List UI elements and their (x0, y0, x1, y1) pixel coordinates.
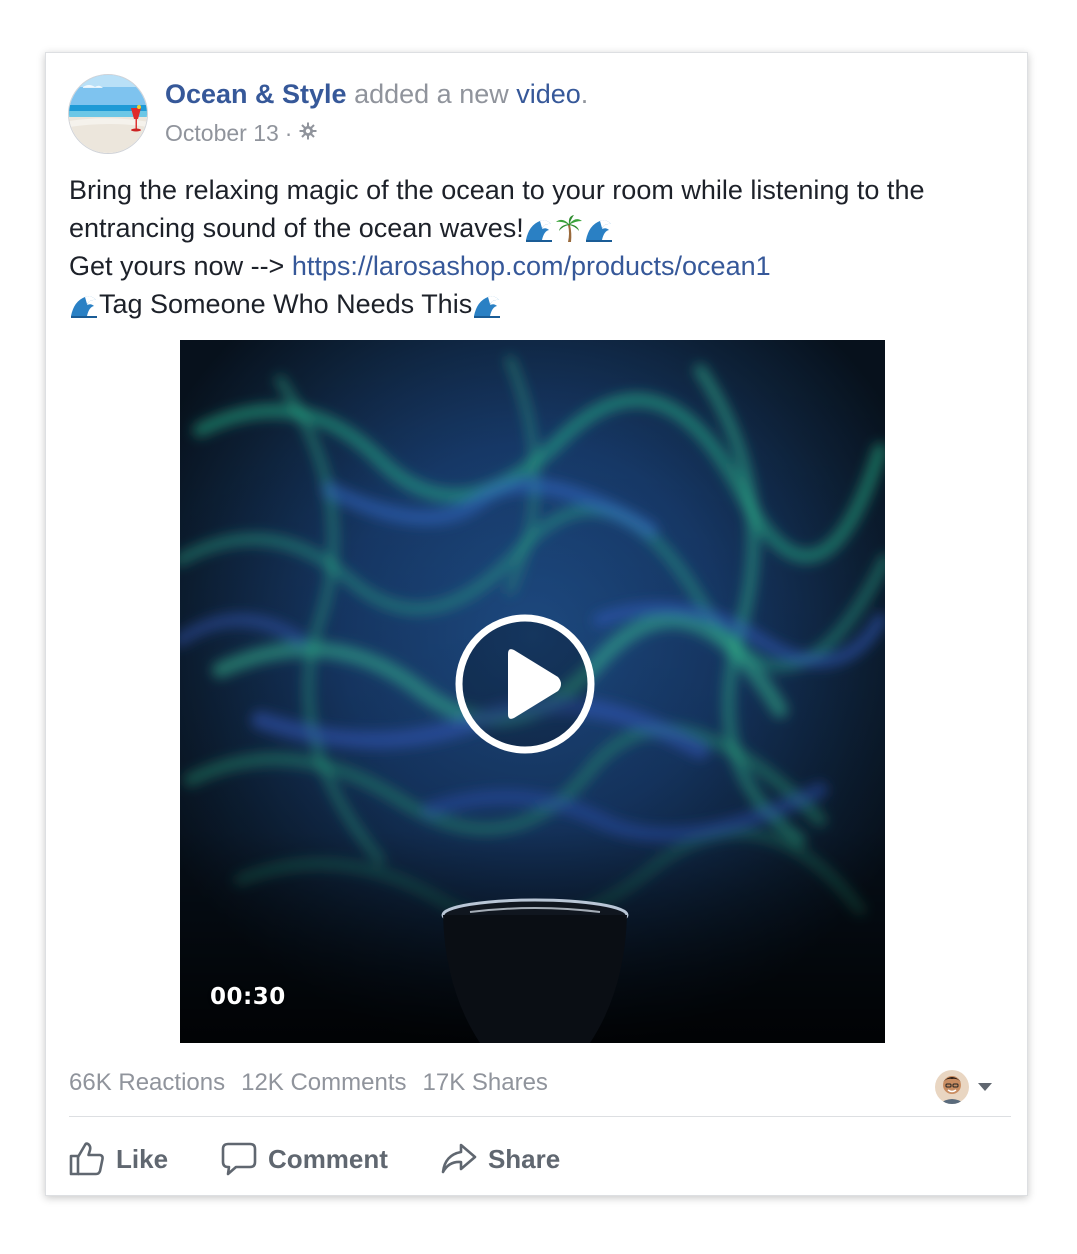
globe-gear-icon[interactable] (298, 120, 318, 147)
post-card: Ocean & Style added a new video. October… (45, 52, 1028, 1196)
post-text: Bring the relaxing magic of the ocean to… (69, 171, 1019, 323)
share-arrow-icon (441, 1143, 477, 1174)
play-icon[interactable] (455, 614, 595, 754)
post-text-line-4: Tag Someone Who Needs This (69, 285, 1019, 323)
play-button[interactable] (455, 614, 595, 754)
wave-emoji (585, 220, 612, 242)
post-text-line-2: entrancing sound of the ocean waves! (69, 209, 1019, 247)
header-period: . (580, 79, 589, 109)
post-meta: October 13 · (165, 120, 318, 147)
wave-emoji (71, 296, 97, 318)
share-label: Share (487, 1143, 561, 1174)
like-label: Like (116, 1143, 169, 1174)
post-text-line-2-text: entrancing sound of the ocean waves! (69, 213, 524, 243)
thumbs-up-icon (69, 1142, 104, 1176)
comments-count[interactable]: 12K Comments (241, 1069, 406, 1097)
video-duration: 00:30 (210, 984, 286, 1010)
share-button[interactable]: Share (440, 1141, 560, 1177)
product-link[interactable]: https://larosashop.com/products/ocean1 (292, 251, 771, 281)
actions-divider (69, 1116, 1011, 1117)
action-text: added a new (354, 79, 509, 109)
tag-text: Tag Someone Who Needs This (99, 289, 473, 319)
comment-button[interactable]: Comment (220, 1141, 388, 1177)
video-link[interactable]: video (516, 79, 581, 109)
comment-bubble-icon (221, 1142, 257, 1176)
video-player[interactable]: 00:30 (180, 340, 885, 1043)
action-bar: Like Comment Share (68, 1141, 560, 1177)
chevron-down-icon[interactable] (977, 1082, 993, 1092)
palm-tree-emoji (555, 215, 582, 242)
wave-emoji (525, 220, 552, 242)
shares-count[interactable]: 17K Shares (423, 1069, 548, 1097)
post-text-line-1: Bring the relaxing magic of the ocean to… (69, 175, 925, 205)
meta-separator: · (284, 120, 293, 146)
reactions-count[interactable]: 66K Reactions (69, 1069, 225, 1097)
like-button[interactable]: Like (68, 1141, 168, 1177)
post-header: Ocean & Style added a new video. (165, 79, 588, 110)
cta-text: Get yours now --> (69, 251, 285, 281)
viewer-selector[interactable] (935, 1070, 993, 1104)
page-avatar[interactable] (68, 74, 148, 154)
wave-emoji (474, 296, 501, 318)
engagement-stats: 66K Reactions 12K Comments 17K Shares (69, 1069, 548, 1097)
viewer-avatar[interactable] (935, 1070, 969, 1104)
page-name-link[interactable]: Ocean & Style (165, 79, 347, 109)
post-date[interactable]: October 13 (165, 120, 279, 147)
post-text-line-3: Get yours now --> https://larosashop.com… (69, 247, 1019, 285)
comment-label: Comment (268, 1143, 388, 1174)
